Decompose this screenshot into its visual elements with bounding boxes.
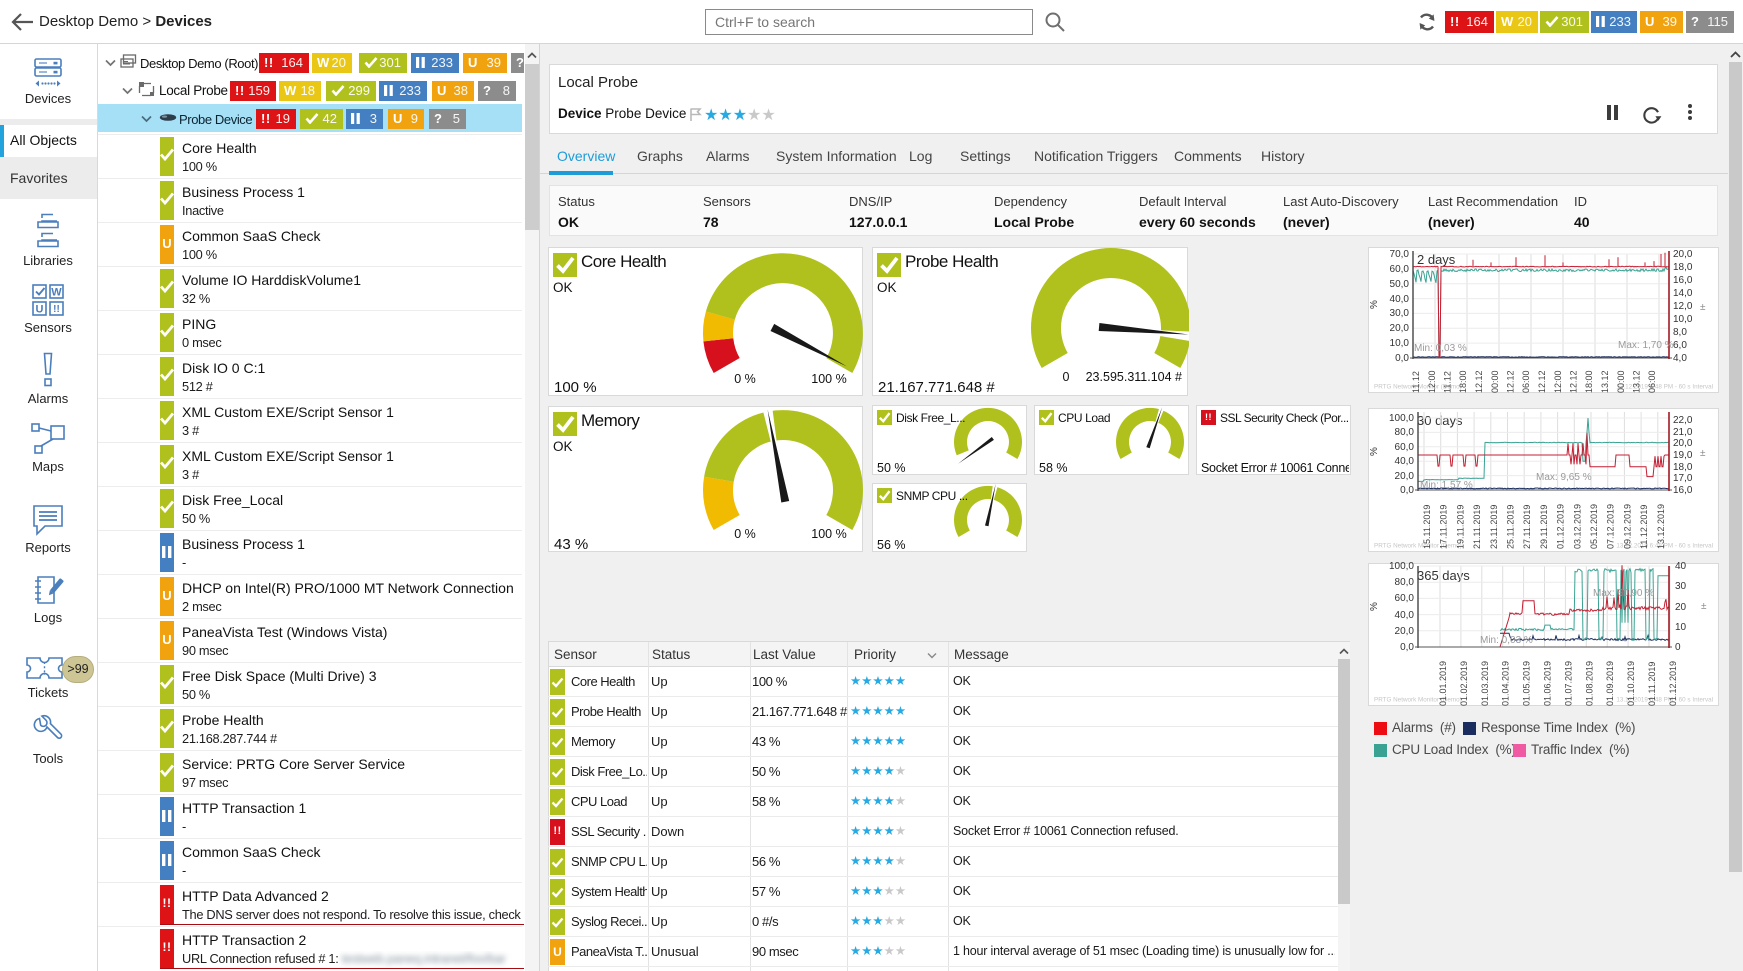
svg-text:01.10.2019: 01.10.2019 (1626, 661, 1636, 706)
svg-text:01.11.2019: 01.11.2019 (1647, 662, 1657, 706)
svg-text:01.12.2019: 01.12.2019 (1668, 661, 1678, 706)
svg-text:13.12: 13.12 (1600, 370, 1610, 393)
svg-text:21.11.2019: 21.11.2019 (1472, 505, 1482, 549)
svg-text:13.12: 13.12 (1632, 370, 1642, 393)
svg-text:29.11.2019: 29.11.2019 (1539, 505, 1549, 549)
svg-text:12:00: 12:00 (1553, 370, 1563, 393)
svg-text:12.12: 12.12 (1474, 370, 1484, 393)
svg-text:U: U (36, 304, 44, 316)
svg-text:05.12.2019: 05.12.2019 (1589, 504, 1599, 549)
svg-text:25.11.2019: 25.11.2019 (1506, 505, 1516, 549)
svg-text:06:00: 06:00 (1521, 370, 1531, 393)
svg-text:!!: !! (53, 304, 60, 315)
svg-text:01.12.2019: 01.12.2019 (1556, 504, 1566, 549)
svg-text:W: W (51, 287, 62, 299)
svg-text:17.11.2019: 17.11.2019 (1439, 505, 1449, 549)
svg-text:27.11.2019: 27.11.2019 (1522, 505, 1532, 549)
svg-text:12:00: 12:00 (1427, 370, 1437, 393)
svg-text:01.09.2019: 01.09.2019 (1605, 661, 1615, 706)
svg-text:03.12.2019: 03.12.2019 (1572, 504, 1582, 549)
svg-text:11.12: 11.12 (1411, 371, 1421, 393)
svg-text:12.12: 12.12 (1569, 370, 1579, 393)
svg-text:11.12.2019: 11.12.2019 (1639, 505, 1649, 549)
svg-text:00:00: 00:00 (1490, 370, 1500, 393)
svg-text:01.01.2019: 01.01.2019 (1438, 661, 1448, 706)
svg-text:06:00: 06:00 (1647, 370, 1657, 393)
svg-text:15.11.2019: 15.11.2019 (1422, 505, 1432, 549)
svg-text:07.12.2019: 07.12.2019 (1606, 504, 1616, 549)
svg-text:12.12: 12.12 (1506, 370, 1516, 393)
svg-text:18:00: 18:00 (1584, 370, 1594, 393)
svg-text:01.07.2019: 01.07.2019 (1563, 661, 1573, 706)
svg-text:00:00: 00:00 (1616, 370, 1626, 393)
svg-text:01.06.2019: 01.06.2019 (1543, 661, 1553, 706)
svg-text:12.12: 12.12 (1537, 370, 1547, 393)
svg-text:13.12.2019: 13.12.2019 (1656, 504, 1666, 549)
svg-text:01.02.2019: 01.02.2019 (1459, 661, 1469, 706)
svg-text:19.11.2019: 19.11.2019 (1455, 505, 1465, 549)
svg-text:18:00: 18:00 (1458, 370, 1468, 393)
svg-text:01.08.2019: 01.08.2019 (1584, 661, 1594, 706)
svg-text:01.03.2019: 01.03.2019 (1480, 661, 1490, 706)
svg-text:01.05.2019: 01.05.2019 (1522, 661, 1532, 706)
svg-text:11.12: 11.12 (1443, 371, 1453, 393)
svg-text:23.11.2019: 23.11.2019 (1489, 505, 1499, 549)
svg-text:09.12.2019: 09.12.2019 (1622, 504, 1632, 549)
svg-text:01.04.2019: 01.04.2019 (1501, 661, 1511, 706)
